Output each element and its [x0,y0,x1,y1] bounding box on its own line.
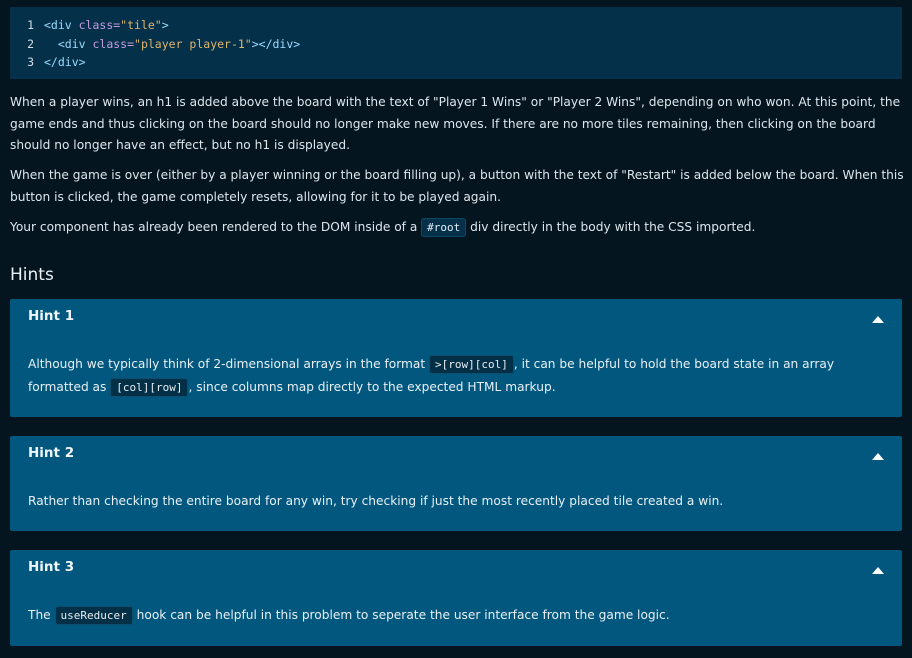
hint-text: Rather than checking the entire board fo… [28,494,724,508]
code-line: 1 <div class="tile"> [10,16,902,35]
hint-card: Hint 1 Although we typically think of 2-… [10,299,902,417]
hint-header[interactable]: Hint 3 [10,550,902,590]
code-token: "tile" [120,18,162,32]
hint-header[interactable]: Hint 2 [10,436,902,476]
hint-text: Although we typically think of 2-dimensi… [28,357,429,371]
hint-title: Hint 1 [28,308,75,324]
line-number: 1 [27,18,34,32]
hint-card: Hint 2 Rather than checking the entire b… [10,436,902,531]
page: 1 <div class="tile"> 2 <div class="player… [0,0,912,658]
paragraph-text: div directly in the body with the CSS im… [466,220,756,234]
code-token: <div [44,18,79,32]
hint-body: The useReducer hook can be helpful in th… [28,604,884,627]
hint-title: Hint 2 [28,445,75,461]
code-token: > [161,18,169,32]
hint-header[interactable]: Hint 1 [10,299,902,339]
hint-text: The [28,608,55,622]
code-block: 1 <div class="tile"> 2 <div class="player… [10,7,902,79]
description-paragraph: Your component has already been rendered… [10,217,905,239]
hint-text: hook can be helpful in this problem to s… [132,608,670,622]
code-line: 2 <div class="player player-1"></div> [10,35,902,54]
paragraph-text: Your component has already been rendered… [10,220,422,234]
line-number: 2 [27,36,34,51]
hint-title: Hint 3 [28,559,75,575]
hint-body: Although we typically think of 2-dimensi… [28,353,884,399]
code-token: "player player-1" [134,36,252,51]
chevron-up-icon[interactable] [872,453,884,460]
line-number: 3 [27,55,34,69]
hint-body: Rather than checking the entire board fo… [28,490,884,513]
code-token: class= [92,36,135,51]
inline-code: useReducer [54,606,133,625]
code-token: ></div> [251,36,301,51]
chevron-up-icon[interactable] [872,567,884,574]
code-token: </div> [44,55,86,69]
code-token: <div [57,36,93,51]
description-paragraph: When the game is over (either by a playe… [10,168,904,204]
code-token: class= [78,18,121,32]
inline-code: [col][row] [110,378,189,397]
chevron-up-icon[interactable] [872,316,884,323]
hint-text: , since columns map directly to the expe… [188,380,556,394]
description-paragraph: When a player wins, an h1 is added above… [10,95,901,152]
inline-code: #root [421,218,467,237]
code-line: 3 </div> [10,53,902,72]
inline-code: >[row][col] [428,355,514,374]
hints-heading: Hints [10,265,54,285]
hint-card: Hint 3 The useReducer hook can be helpfu… [10,550,902,646]
